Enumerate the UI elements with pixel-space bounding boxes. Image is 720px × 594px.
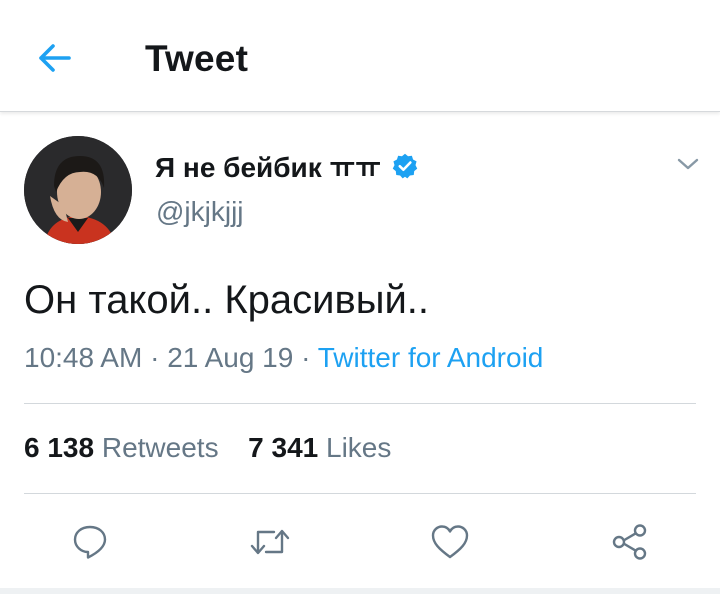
likes-count: 7 341 (248, 432, 319, 463)
verified-badge-icon (391, 152, 419, 180)
tweet-date: 21 Aug 19 (167, 342, 294, 373)
likes-label: Likes (326, 432, 392, 463)
reply-icon (73, 525, 107, 559)
retweets-label: Retweets (101, 432, 219, 463)
bottom-separator (0, 588, 720, 594)
tweet-source-link[interactable]: Twitter for Android (318, 342, 544, 373)
author-handle[interactable]: @jkjkjjj (156, 196, 244, 228)
tweet-stats: 6 138 Retweets 7 341 Likes (24, 432, 391, 464)
retweet-icon (250, 529, 290, 555)
meta-separator: · (150, 342, 160, 373)
divider (24, 493, 696, 494)
heart-icon (431, 525, 469, 559)
divider (24, 403, 696, 404)
author-display-name: Я не бейбик ㅠㅠ (155, 152, 382, 183)
more-options-button[interactable] (674, 150, 702, 178)
meta-separator: · (301, 342, 311, 373)
retweets-stat[interactable]: 6 138 Retweets (24, 432, 226, 463)
chevron-down-icon (677, 158, 699, 170)
avatar[interactable] (24, 136, 132, 244)
avatar-photo (24, 136, 132, 244)
tweet-meta: 10:48 AM · 21 Aug 19 · Twitter for Andro… (24, 342, 543, 374)
author-name-row[interactable]: Я не бейбик ㅠㅠ (155, 146, 419, 186)
retweet-button[interactable] (248, 520, 292, 564)
back-button[interactable] (34, 38, 76, 78)
retweets-count: 6 138 (24, 432, 95, 463)
likes-stat[interactable]: 7 341 Likes (248, 432, 391, 463)
share-icon (612, 524, 647, 560)
arrow-left-icon (39, 44, 71, 72)
like-button[interactable] (428, 520, 472, 564)
page-title: Tweet (145, 38, 249, 79)
tweet-time: 10:48 AM (24, 342, 143, 373)
share-button[interactable] (608, 520, 652, 564)
tweet-text: Он такой.. Красивый.. (24, 278, 430, 322)
top-app-bar: Tweet (0, 0, 720, 112)
reply-button[interactable] (68, 520, 112, 564)
